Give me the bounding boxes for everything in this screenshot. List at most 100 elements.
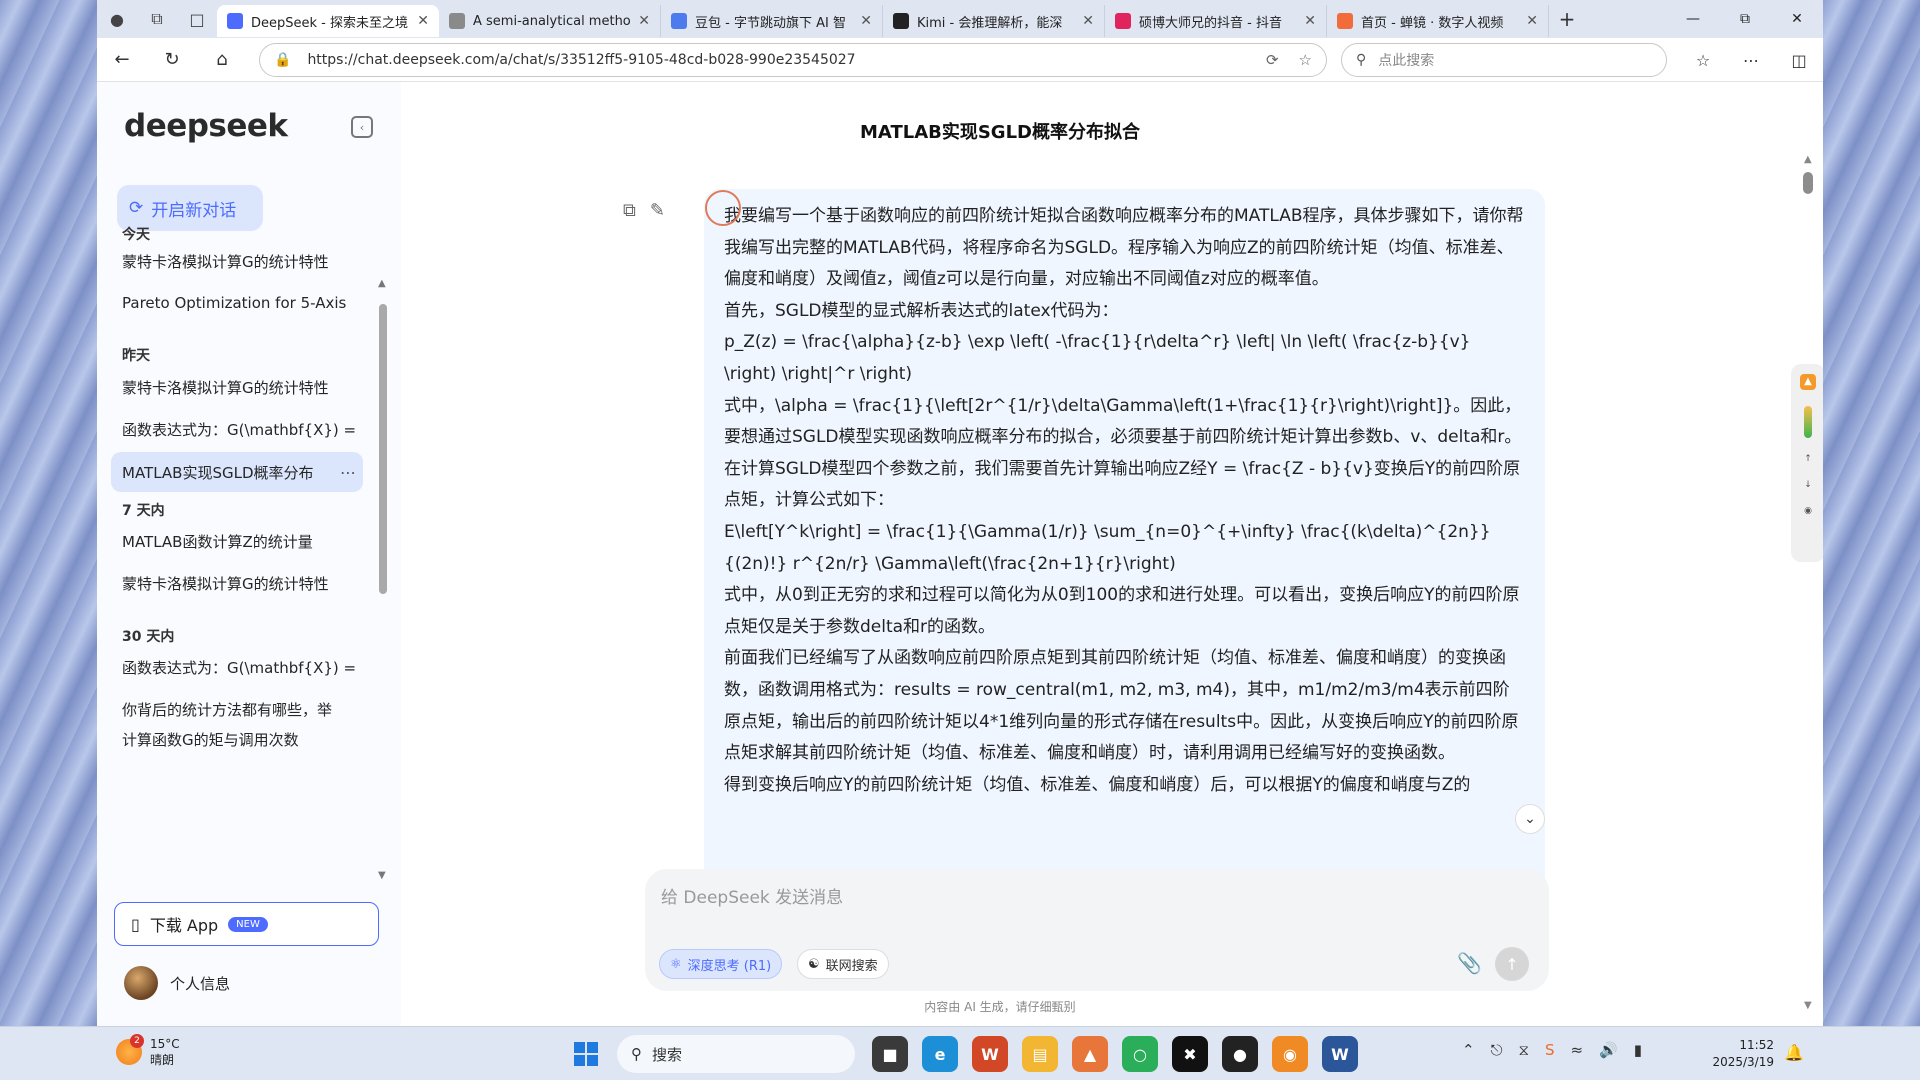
history-item[interactable]: 函数表达式为：G(\mathbf{X}) =: [111, 647, 363, 687]
url-text[interactable]: https://chat.deepseek.com/a/chat/s/33512…: [307, 52, 1246, 68]
browser-search-box[interactable]: ⚲ 点此搜索: [1341, 43, 1667, 77]
home-icon[interactable]: ⌂: [197, 38, 247, 82]
deep-think-toggle[interactable]: ⚛ 深度思考 (R1): [659, 949, 783, 979]
restore-icon[interactable]: ⧉: [1719, 0, 1771, 38]
translate-icon[interactable]: ⟳: [1266, 51, 1279, 69]
back-icon[interactable]: ←: [97, 38, 147, 82]
new-tab-icon[interactable]: +: [1549, 7, 1585, 31]
sogou-icon[interactable]: S: [1545, 1041, 1555, 1059]
history-item[interactable]: MATLAB函数计算Z的统计量: [111, 521, 363, 561]
volume-icon[interactable]: 🔊: [1599, 1041, 1618, 1059]
capcut-icon[interactable]: ✖: [1172, 1036, 1208, 1072]
main-scrollbar-thumb[interactable]: [1803, 172, 1813, 194]
browser-tab[interactable]: 首页 - 蝉镜 · 数字人视频 ✕: [1327, 5, 1549, 37]
clock-date: 2025/3/19: [1712, 1055, 1774, 1069]
new-chat-label: 开启新对话: [151, 200, 237, 221]
edit-icon[interactable]: ✎: [650, 200, 665, 221]
scroll-to-bottom-button[interactable]: ⌄: [1515, 804, 1545, 834]
tab-close-icon[interactable]: ✕: [860, 13, 872, 29]
history-item[interactable]: 你背后的统计方法都有哪些，举: [111, 689, 363, 729]
browser-tab[interactable]: DeepSeek - 探索未至之境 ✕: [217, 5, 439, 37]
attachment-icon[interactable]: 📎: [1457, 951, 1482, 975]
history-item[interactable]: 蒙特卡洛模拟计算G的统计特性: [111, 367, 363, 407]
browser-tab[interactable]: 硕博大师兄的抖音 - 抖音 ✕: [1105, 5, 1327, 37]
input-method-icon[interactable]: ⧖: [1518, 1041, 1529, 1059]
matlab-icon[interactable]: ▲: [1072, 1036, 1108, 1072]
task-view-icon[interactable]: ■: [872, 1036, 908, 1072]
taskbar-apps: ■ e W ▤ ▲ ○ ✖ ● ◉ W: [872, 1036, 1358, 1072]
browser-tab[interactable]: Kimi - 会推理解析，能深 ✕: [883, 5, 1105, 37]
sidebar-scrollbar[interactable]: [379, 294, 387, 594]
profile-icon[interactable]: ●: [97, 0, 137, 38]
history-item-selected[interactable]: MATLAB实现SGLD概率分布 ⋯: [111, 452, 363, 492]
file-explorer-icon[interactable]: ▤: [1022, 1036, 1058, 1072]
network-down-icon: ↓: [1804, 480, 1812, 490]
more-options-icon[interactable]: ⋯: [333, 463, 363, 482]
collapse-sidebar-icon[interactable]: ‹: [351, 116, 373, 138]
tab-close-icon[interactable]: ✕: [1526, 13, 1538, 29]
favorites-icon[interactable]: ☆: [1679, 38, 1727, 82]
history-item[interactable]: 蒙特卡洛模拟计算G的统计特性: [111, 563, 363, 603]
word-icon[interactable]: W: [1322, 1036, 1358, 1072]
more-icon[interactable]: ⋯: [1727, 38, 1775, 82]
page-title: MATLAB实现SGLD概率分布拟合: [860, 122, 1140, 143]
tab-actions-icon[interactable]: □: [177, 0, 217, 38]
weather-widget[interactable]: 2 15°C 晴朗: [116, 1034, 180, 1068]
edge-browser-icon[interactable]: e: [922, 1036, 958, 1072]
minimize-icon[interactable]: —: [1667, 0, 1719, 38]
main-scroll-down-icon[interactable]: ▼: [1804, 1000, 1812, 1011]
tab-close-icon[interactable]: ✕: [417, 13, 429, 29]
qq-icon[interactable]: ●: [1222, 1036, 1258, 1072]
tab-label: DeepSeek - 探索未至之境: [251, 15, 408, 31]
recorder-icon[interactable]: ◉: [1272, 1036, 1308, 1072]
system-monitor-widget[interactable]: ▲ ↑ ↓ ◉: [1791, 364, 1823, 562]
tab-close-icon[interactable]: ✕: [1304, 13, 1316, 29]
tab-label: A semi-analytical method: [473, 13, 631, 29]
deep-think-label: 深度思考 (R1): [687, 958, 772, 974]
address-bar[interactable]: 🔒 https://chat.deepseek.com/a/chat/s/335…: [259, 43, 1327, 77]
microphone-icon[interactable]: ⎋: [1491, 1041, 1503, 1059]
atom-icon: ⚛: [670, 956, 682, 972]
scroll-down-arrow-icon[interactable]: ▼: [378, 870, 386, 881]
message-input[interactable]: [661, 883, 1521, 913]
web-search-toggle[interactable]: ☯ 联网搜索: [797, 949, 889, 979]
download-app-button[interactable]: ▯ 下载 App NEW: [114, 902, 379, 946]
workspaces-icon[interactable]: ⧉: [137, 0, 177, 38]
history-item[interactable]: Pareto Optimization for 5-Axis: [111, 283, 363, 323]
scroll-up-arrow-icon[interactable]: ▲: [378, 278, 386, 289]
chevron-up-icon[interactable]: ⌃: [1462, 1041, 1475, 1059]
profile-button[interactable]: 个人信息: [124, 966, 230, 1000]
browser-tab[interactable]: 豆包 - 字节跳动旗下 AI 智 ✕: [661, 5, 883, 37]
history-item[interactable]: 计算函数G的矩与调用次数: [111, 729, 363, 755]
monitor-bar-icon: [1804, 406, 1812, 438]
copy-icon[interactable]: ⧉: [623, 200, 636, 221]
sidebar-scroll-thumb[interactable]: [379, 304, 387, 594]
notification-icon[interactable]: 🔔: [1784, 1043, 1804, 1062]
history-item[interactable]: 函数表达式为：G(\mathbf{X}) =: [111, 409, 363, 449]
close-window-icon[interactable]: ✕: [1771, 0, 1823, 38]
tab-close-icon[interactable]: ✕: [1082, 13, 1094, 29]
main-scroll-up-icon[interactable]: ▲: [1804, 154, 1812, 165]
taskbar-search[interactable]: ⚲ 搜索: [617, 1035, 855, 1073]
favorite-star-icon[interactable]: ☆: [1299, 51, 1312, 69]
avatar: [124, 966, 158, 1000]
send-button[interactable]: ↑: [1495, 947, 1529, 981]
sidebar-toggle-icon[interactable]: ◫: [1775, 38, 1823, 82]
history-item[interactable]: 蒙特卡洛模拟计算G的统计特性: [111, 241, 363, 281]
wifi-icon[interactable]: ≈: [1571, 1041, 1584, 1059]
start-menu-icon[interactable]: [574, 1042, 598, 1066]
sun-icon: 2: [116, 1034, 144, 1065]
wps-office-icon[interactable]: W: [972, 1036, 1008, 1072]
battery-icon[interactable]: ▮: [1634, 1041, 1642, 1059]
tab-close-icon[interactable]: ✕: [638, 13, 650, 29]
section-title-7days: 7 天内: [122, 503, 165, 519]
new-chat-icon: ⟳: [129, 198, 144, 218]
refresh-icon[interactable]: ↻: [147, 38, 197, 82]
clock[interactable]: 11:52 2025/3/19: [1712, 1037, 1774, 1071]
browser-tab[interactable]: A semi-analytical method ✕: [439, 5, 661, 37]
deepseek-logo: deepseek: [124, 108, 288, 144]
lock-icon[interactable]: 🔒: [274, 52, 291, 68]
wechat-icon[interactable]: ○: [1122, 1036, 1158, 1072]
cursor-highlight-ring: [705, 190, 741, 226]
tab-favicon-icon: [1115, 13, 1131, 29]
